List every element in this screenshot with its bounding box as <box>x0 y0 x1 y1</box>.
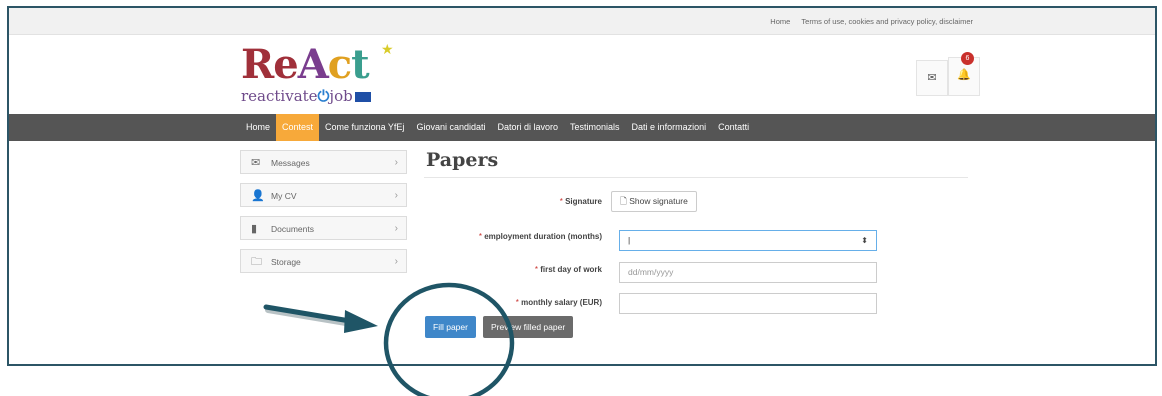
messages-envelope-icon[interactable]: ✉ <box>916 60 948 96</box>
top-link-terms[interactable]: Terms of use, cookies and privacy policy… <box>801 17 973 26</box>
duration-value: | <box>628 235 631 245</box>
logo-text-t: t <box>351 41 370 88</box>
user-icon: 👤 <box>251 190 265 202</box>
browser-frame: Home Terms of use, cookies and privacy p… <box>7 6 1157 366</box>
page-title: Papers <box>426 149 499 171</box>
top-utility-bar: Home Terms of use, cookies and privacy p… <box>9 8 1155 35</box>
show-signature-label: Show signature <box>629 196 688 206</box>
folder-icon: 🗀 <box>251 256 262 268</box>
chevron-right-icon: › <box>394 256 398 267</box>
required-mark: * <box>515 298 519 307</box>
sidebar-item-label: My CV <box>271 191 297 201</box>
power-icon: ⏻ <box>317 87 330 105</box>
nav-item-contatti[interactable]: Contatti <box>712 114 755 141</box>
first-day-label: * first day of work <box>402 265 602 274</box>
eu-flag-icon <box>354 92 371 102</box>
signature-label-text: Signature <box>565 197 602 206</box>
duration-label: * employment duration (months) <box>402 232 602 241</box>
logo-text-a: A <box>297 41 329 88</box>
sidebar-item-label: Storage <box>271 257 301 267</box>
chevron-right-icon: › <box>394 190 398 201</box>
nav-item-come-funziona-yfej[interactable]: Come funziona YfEj <box>319 114 410 141</box>
notification-badge: 6 <box>961 52 974 65</box>
preview-filled-paper-button[interactable]: Preview filled paper <box>483 316 574 338</box>
required-mark: * <box>534 265 538 274</box>
logo-sub-job: job <box>329 87 353 105</box>
first-day-input[interactable]: dd/mm/yyyy <box>619 262 877 283</box>
title-divider <box>424 177 968 178</box>
logo-subtitle: reactivate⏻job <box>241 87 371 105</box>
first-day-placeholder: dd/mm/yyyy <box>628 267 674 277</box>
chevron-right-icon: › <box>394 223 398 234</box>
nav-item-dati-e-informazioni[interactable]: Dati e informazioni <box>626 114 713 141</box>
sidebar-menu: ✉ Messages › 👤 My CV › ▮ Documents › 🗀 S… <box>240 150 407 282</box>
sidebar-item-label: Messages <box>271 158 310 168</box>
first-day-label-text: first day of work <box>540 265 602 274</box>
document-icon: ▮ <box>251 223 258 235</box>
monthly-salary-input[interactable] <box>619 293 877 314</box>
show-signature-button[interactable]: 🗋 Show signature <box>611 191 697 212</box>
main-navigation: Home Contest Come funziona YfEj Giovani can… <box>9 114 1155 141</box>
sidebar-item-my-cv[interactable]: 👤 My CV › <box>240 183 407 207</box>
logo-sub-reactivate: reactivate <box>241 87 318 105</box>
nav-item-giovani-candidati[interactable]: Giovani candidati <box>410 114 491 141</box>
sidebar-item-label: Documents <box>271 224 314 234</box>
employment-duration-select[interactable]: | ⬍ <box>619 230 877 251</box>
file-icon: 🗋 <box>620 196 627 206</box>
required-mark: * <box>478 232 482 241</box>
react-logo[interactable]: ReAct ★ reactivate⏻job <box>233 41 403 105</box>
fill-paper-button[interactable]: Fill paper <box>425 316 476 338</box>
sidebar-item-messages[interactable]: ✉ Messages › <box>240 150 407 174</box>
signature-label: * Signature <box>402 197 602 206</box>
salary-label-text: monthly salary (EUR) <box>521 298 602 307</box>
nav-item-contest[interactable]: Contest <box>276 114 320 141</box>
sidebar-item-storage[interactable]: 🗀 Storage › <box>240 249 407 273</box>
select-arrows-icon: ⬍ <box>861 236 868 245</box>
required-mark: * <box>559 197 563 206</box>
logo-star-icon: ★ <box>381 41 394 57</box>
site-header: ReAct ★ reactivate⏻job ✉ 🔔 6 <box>9 35 1155 114</box>
nav-item-home[interactable]: Home <box>240 114 276 141</box>
logo-text-c: c <box>327 41 352 88</box>
duration-label-text: employment duration (months) <box>484 232 602 241</box>
top-link-home[interactable]: Home <box>770 17 790 26</box>
nav-item-testimonials[interactable]: Testimonials <box>564 114 626 141</box>
sidebar-item-documents[interactable]: ▮ Documents › <box>240 216 407 240</box>
nav-item-datori-di-lavoro[interactable]: Datori di lavoro <box>491 114 564 141</box>
chevron-right-icon: › <box>394 157 398 168</box>
logo-text-re: Re <box>241 41 299 88</box>
salary-label: * monthly salary (EUR) <box>402 298 602 307</box>
envelope-icon: ✉ <box>251 157 261 169</box>
